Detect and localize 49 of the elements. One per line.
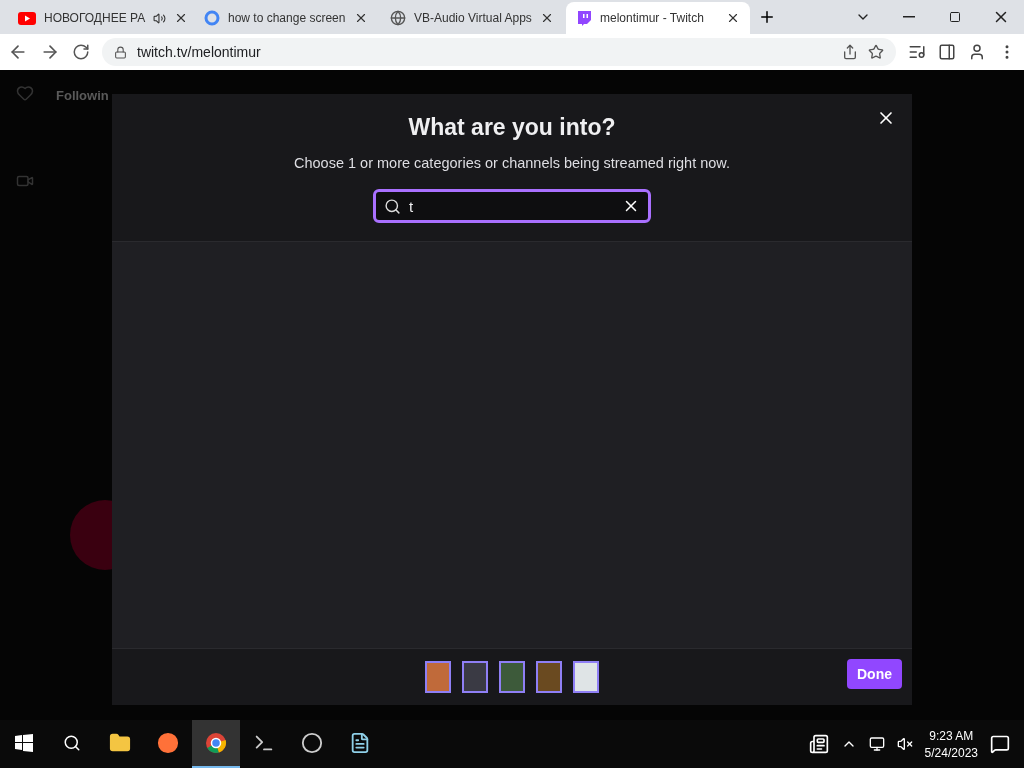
modal-title: What are you into? [408, 114, 616, 141]
category-thumbnail[interactable] [536, 661, 562, 693]
muted-speaker-icon[interactable] [896, 736, 913, 752]
close-icon[interactable] [354, 11, 368, 25]
windows-icon [15, 734, 33, 752]
address-bar[interactable]: twitch.tv/melontimur [102, 38, 896, 66]
star-icon[interactable] [868, 44, 884, 60]
tab-title: melontimur - Twitch [600, 11, 705, 25]
tab-title: НОВОГОДНЕЕ РА [44, 11, 146, 25]
category-thumbnail[interactable] [573, 661, 599, 693]
search-input[interactable]: t [407, 196, 616, 216]
search-icon [384, 197, 401, 215]
play-icon [18, 11, 36, 25]
search-field[interactable]: t [373, 189, 651, 223]
category-thumbnail[interactable] [462, 661, 488, 693]
close-icon[interactable] [726, 11, 740, 25]
tab-title: how to change screen [228, 11, 346, 25]
modal-subtitle: Choose 1 or more categories or channels being streamed right now. [293, 155, 731, 171]
news-icon[interactable] [808, 734, 829, 754]
taskbar-app[interactable] [192, 720, 240, 768]
folder-icon [109, 732, 131, 754]
media-icon[interactable] [908, 43, 926, 61]
network-icon[interactable] [868, 736, 885, 752]
ring-icon [301, 732, 323, 754]
clock[interactable]: 9:23 AM 5/24/2023 [924, 728, 978, 760]
search-icon [63, 734, 81, 752]
restore-icon [949, 11, 961, 23]
reload-icon[interactable] [72, 43, 90, 61]
chat-bubble-icon [576, 10, 592, 26]
browser-tab[interactable]: НОВОГОДНЕЕ РА [8, 2, 192, 34]
close-icon[interactable] [540, 11, 554, 25]
category-thumbnail[interactable] [499, 661, 525, 693]
minimize-icon [903, 16, 915, 18]
done-button[interactable]: Done [847, 659, 902, 689]
browser-tab[interactable]: VB-Audio Virtual Apps [380, 2, 564, 34]
category-thumbnail[interactable] [425, 661, 451, 693]
globe-icon [390, 10, 406, 26]
notifications-icon[interactable] [990, 734, 1010, 754]
browser-tab[interactable]: how to change screen [194, 2, 378, 34]
tab-title: VB-Audio Virtual Apps [414, 11, 532, 25]
browser-tab[interactable]: melontimur - Twitch [566, 2, 750, 34]
lock-icon [114, 45, 127, 59]
url-text: twitch.tv/melontimur [137, 44, 262, 60]
new-tab-icon[interactable] [758, 8, 776, 26]
notepad-icon [349, 732, 371, 754]
share-icon[interactable] [842, 44, 858, 60]
side-panel-icon[interactable] [938, 43, 956, 61]
profile-icon[interactable] [968, 43, 986, 61]
chrome-icon [205, 732, 227, 754]
